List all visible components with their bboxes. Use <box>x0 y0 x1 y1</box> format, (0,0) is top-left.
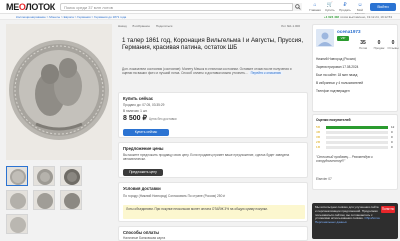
rating-title: Оценки покупателей <box>316 118 351 122</box>
reviewer-name[interactable]: Elsevier 07 <box>316 177 332 181</box>
sold-until: Продано до: 07.05, 03:35:29 <box>123 103 165 107</box>
avatar[interactable] <box>316 29 334 47</box>
offer-card: Предложение цены Вы можете предложить пр… <box>118 142 308 178</box>
seller-registered: Зарегистрирован 17.08.2024 <box>316 65 359 69</box>
rating-count: 12 <box>391 125 395 129</box>
seller-checked: Телефон подтвержден <box>316 89 350 93</box>
rating-row: 1★ 0 <box>316 145 396 149</box>
back-link[interactable]: Назад <box>118 24 127 28</box>
rating-star-label: 5★ <box>316 125 321 129</box>
login-button[interactable]: Войти <box>370 3 396 11</box>
breadcrumb[interactable]: Коллекционирование > Монеты > Европа > Г… <box>16 15 126 19</box>
search-button[interactable] <box>292 3 302 11</box>
seller-favorites: В избранных у 4 пользователей <box>316 81 364 85</box>
description-link[interactable]: Перейти к описанию <box>248 71 283 75</box>
thumbnail[interactable] <box>60 190 82 210</box>
rating-bar-track <box>326 135 388 139</box>
rating-row: 2★ 0 <box>316 140 396 144</box>
cookie-accept-button[interactable]: Понятно <box>381 206 395 213</box>
offer-title: Предложение цены <box>123 146 164 151</box>
user-avatar-icon <box>318 32 332 46</box>
rating-count: 0 <box>391 130 393 134</box>
buy-now-button[interactable]: Купить сейчас <box>123 129 169 136</box>
thumbnail[interactable] <box>6 214 28 234</box>
rating-bar-track <box>326 130 388 134</box>
seller-name[interactable]: ocena1973 <box>337 29 361 34</box>
payment-card: Способы оплаты Наличные Банковская карта <box>118 226 308 241</box>
rating-card: Оценки покупателей 5★ 12 4★ 0 3★ 0 2★ 0 1★ 0 "Отл… <box>312 114 398 190</box>
site-stats: +1 024 402 лотов выставлено, 19.12.24, 1… <box>324 15 392 19</box>
delivery-title: Условия доставки <box>123 186 161 191</box>
logo[interactable]: МЕОЛОТОК <box>6 2 55 12</box>
rating-bar-track <box>326 145 388 149</box>
main-image[interactable] <box>6 24 112 160</box>
rating-bar <box>326 125 388 129</box>
seller-stat: 0 Отзывы <box>387 40 399 50</box>
seller-badge: VIP <box>337 36 349 41</box>
delivery-row: По городу (Нижний Новгород) Согласовать … <box>123 194 226 198</box>
offer-text: Вы можете предложить продавцу свою цену.… <box>123 153 290 161</box>
rating-count: 0 <box>391 135 393 139</box>
thumbnail[interactable] <box>33 190 55 210</box>
lot-details: Назад В избранное Поделиться Лот №1.1.00… <box>118 22 308 241</box>
thumbnail[interactable] <box>33 166 55 186</box>
delivery-card: Условия доставки По городу (Нижний Новго… <box>118 182 308 222</box>
rating-star-label: 3★ <box>316 135 321 139</box>
rating-count: 0 <box>391 145 393 149</box>
thumbnail[interactable] <box>6 190 28 210</box>
thumbnail[interactable] <box>60 166 82 186</box>
coin-image <box>6 24 112 160</box>
seller-card: ocena1973 VIP 35 Лотов 0 Продаж 0 Отзывы Ни… <box>312 24 399 112</box>
buy-card: Купить сейчас Продано до: 07.05, 03:35:2… <box>118 92 308 138</box>
lot-actions: Назад В избранное Поделиться <box>118 24 177 28</box>
breadcrumb-bar: Коллекционирование > Монеты > Европа > Г… <box>0 14 400 20</box>
rating-star-label: 1★ <box>316 145 321 149</box>
search-icon <box>295 4 301 10</box>
cookie-banner: Мы используем cookies для улучшения сайт… <box>312 203 398 239</box>
price: 8 500 ₽ Цена без доставки <box>123 115 177 122</box>
rating-count: 0 <box>391 140 393 144</box>
seller-last-visit: Был на сайте: 18 мин назад <box>316 73 358 77</box>
sell-icon[interactable]: ₽ Продать <box>338 2 352 12</box>
lot-number: Лот №1.1.000 <box>280 24 300 28</box>
buy-label: Купить сейчас <box>123 96 154 101</box>
review-text: "Отличный продавец... Рекомендую к сотру… <box>316 155 373 163</box>
delivery-notice: Лоты объединяем. При покупке нескольких … <box>123 205 305 219</box>
home-icon[interactable]: ⌂ Главная <box>308 2 322 12</box>
lot-description: Доп. показатели состояния (состояние): М… <box>122 67 292 75</box>
rating-row: 5★ 12 <box>316 125 396 129</box>
quantity: В наличии: 1 шт. <box>123 109 148 113</box>
payment-methods: Наличные Банковская карта <box>123 236 166 240</box>
image-gallery <box>4 22 114 241</box>
thumbnail[interactable] <box>6 166 28 186</box>
search-input[interactable]: Поиск среди 37 млн лотов <box>60 3 302 11</box>
cookie-text: Мы используем cookies для улучшения сайт… <box>315 205 380 225</box>
share-link[interactable]: Поделиться <box>156 24 173 28</box>
cart-icon[interactable]: 🛒 Купить <box>323 2 337 12</box>
rating-star-label: 2★ <box>316 140 321 144</box>
payment-title: Способы оплаты <box>123 230 159 235</box>
favorite-link[interactable]: В избранное <box>132 24 150 28</box>
seller-city: Нижний Новгород (Россия) <box>316 57 356 61</box>
rating-row: 3★ 0 <box>316 135 396 139</box>
rating-star-label: 4★ <box>316 130 321 134</box>
top-bar: МЕОЛОТОК Поиск среди 37 млн лотов ⌂ Главн… <box>0 0 400 16</box>
rating-bar-track <box>326 140 388 144</box>
page-title: 1 талер 1861 год, Коронация Вильгельма I… <box>122 37 304 52</box>
offer-price-button[interactable]: Предложить цену <box>123 169 163 176</box>
rating-row: 4★ 0 <box>316 130 396 134</box>
